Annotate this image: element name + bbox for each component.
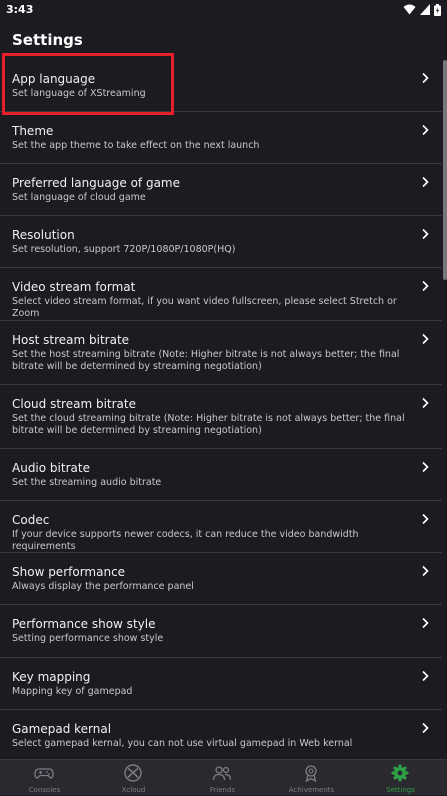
setting-desc: Set the app theme to take effect on the …: [12, 140, 260, 151]
setting-host-stream-bitrate[interactable]: Host stream bitrate Set the host streami…: [0, 321, 442, 385]
battery-icon: [434, 3, 441, 16]
nav-item-xcloud[interactable]: Xcloud: [89, 760, 178, 796]
chevron-right-icon: [422, 617, 429, 629]
page-title: Settings: [12, 31, 83, 49]
setting-desc: Select video stream format, if you want …: [12, 296, 397, 319]
setting-cloud-stream-bitrate[interactable]: Cloud stream bitrate Set the cloud strea…: [0, 385, 442, 449]
nav-item-friends[interactable]: Friends: [178, 760, 267, 796]
setting-title: Gamepad kernal: [12, 722, 112, 736]
status-icons: [403, 3, 441, 16]
chevron-right-icon: [422, 333, 429, 345]
chevron-right-icon: [422, 228, 429, 240]
chevron-right-icon: [422, 176, 429, 188]
chevron-right-icon: [422, 397, 429, 409]
chevron-right-icon: [422, 670, 429, 682]
nav-label: Friends: [209, 786, 236, 794]
chevron-right-icon: [422, 280, 429, 292]
setting-preferred-language[interactable]: Preferred language of game Set language …: [0, 164, 442, 216]
nav-label: Consoles: [28, 786, 61, 794]
bottom-nav: Consoles Xcloud Friends Achivements Sett…: [0, 759, 447, 795]
signal-icon: [420, 4, 430, 15]
setting-theme[interactable]: Theme Set the app theme to take effect o…: [0, 112, 442, 164]
setting-title: Theme: [12, 124, 54, 138]
setting-audio-bitrate[interactable]: Audio bitrate Set the streaming audio bi…: [0, 449, 442, 501]
setting-gamepad-kernal[interactable]: Gamepad kernal Select gamepad kernal, yo…: [0, 710, 442, 759]
chevron-right-icon: [422, 72, 429, 84]
setting-performance-show-style[interactable]: Performance show style Setting performan…: [0, 605, 442, 658]
xbox-icon: [124, 764, 142, 782]
app-header: Settings: [0, 20, 447, 60]
setting-title: Show performance: [12, 565, 126, 579]
setting-title: Host stream bitrate: [12, 333, 130, 347]
nav-label: Settings: [386, 786, 415, 794]
chevron-right-icon: [422, 461, 429, 473]
setting-desc: Mapping key of gamepad: [12, 686, 133, 697]
setting-desc: Set the host streaming bitrate (Note: Hi…: [12, 349, 400, 372]
nav-label: Achivements: [288, 786, 335, 794]
setting-video-stream-format[interactable]: Video stream format Select video stream …: [0, 268, 442, 321]
chevron-right-icon: [422, 722, 429, 734]
setting-resolution[interactable]: Resolution Set resolution, support 720P/…: [0, 216, 442, 268]
setting-title: Codec: [12, 513, 50, 527]
setting-desc: Set the cloud streaming bitrate (Note: H…: [12, 413, 405, 436]
setting-desc: If your device supports newer codecs, it…: [12, 529, 359, 552]
chevron-right-icon: [422, 513, 429, 525]
chevron-right-icon: [422, 124, 429, 136]
settings-list[interactable]: App language Set language of XStreaming …: [0, 60, 447, 759]
gamepad-icon: [34, 768, 54, 779]
gear-icon: [391, 764, 409, 782]
setting-app-language[interactable]: App language Set language of XStreaming: [0, 60, 442, 112]
nav-label: Xcloud: [121, 786, 146, 794]
achievement-icon: [305, 765, 317, 782]
setting-title: Audio bitrate: [12, 461, 90, 475]
setting-show-performance[interactable]: Show performance Always display the perf…: [0, 553, 442, 605]
setting-title: Key mapping: [12, 670, 91, 684]
setting-desc: Set language of XStreaming: [12, 88, 146, 99]
wifi-icon: [403, 4, 416, 15]
setting-desc: Always display the performance panel: [12, 581, 194, 592]
nav-item-consoles[interactable]: Consoles: [0, 760, 89, 796]
setting-title: Cloud stream bitrate: [12, 397, 136, 411]
setting-codec[interactable]: Codec If your device supports newer code…: [0, 501, 442, 553]
status-bar: 3:43: [0, 0, 447, 20]
setting-desc: Set the streaming audio bitrate: [12, 477, 162, 488]
scrollbar[interactable]: [443, 60, 447, 280]
status-time: 3:43: [6, 3, 34, 16]
friends-icon: [212, 766, 232, 781]
setting-title: App language: [12, 72, 96, 86]
setting-title: Performance show style: [12, 617, 156, 631]
setting-title: Video stream format: [12, 280, 136, 294]
setting-desc: Setting performance show style: [12, 633, 164, 644]
setting-key-mapping[interactable]: Key mapping Mapping key of gamepad: [0, 658, 442, 710]
chevron-right-icon: [422, 565, 429, 577]
setting-title: Resolution: [12, 228, 75, 242]
setting-desc: Set language of cloud game: [12, 192, 146, 203]
setting-desc: Set resolution, support 720P/1080P/1080P…: [12, 244, 236, 255]
setting-title: Preferred language of game: [12, 176, 180, 190]
nav-item-settings[interactable]: Settings: [356, 760, 445, 796]
nav-item-achievements[interactable]: Achivements: [267, 760, 356, 796]
setting-desc: Select gamepad kernal, you can not use v…: [12, 738, 353, 749]
